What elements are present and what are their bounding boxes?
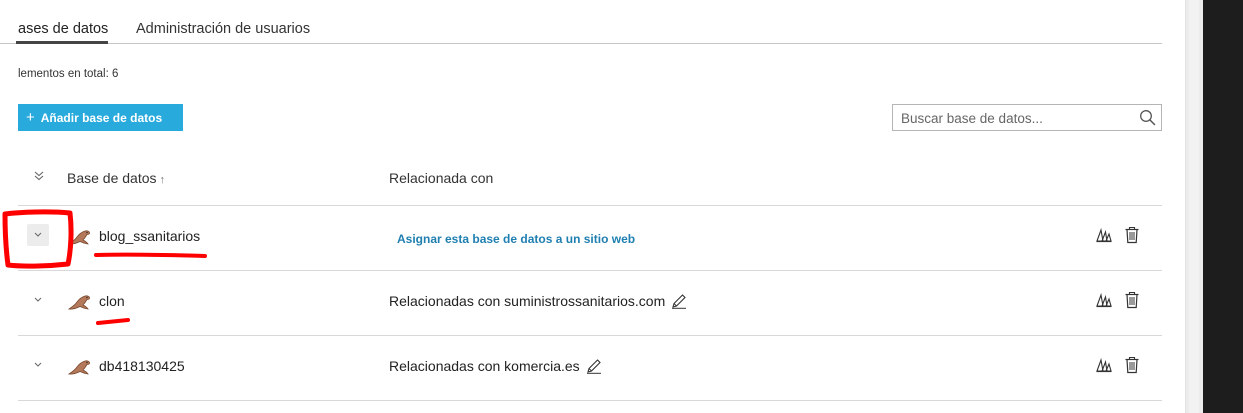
chevron-down-icon	[34, 232, 42, 237]
database-name[interactable]: db418130425	[99, 358, 185, 374]
add-database-button[interactable]: + Añadir base de datos	[18, 104, 183, 131]
expand-row-button[interactable]	[27, 289, 49, 311]
phpmyadmin-icon[interactable]	[1096, 357, 1112, 373]
mysql-seal-icon	[67, 360, 90, 375]
search-input[interactable]	[901, 109, 1131, 127]
window-edge	[1203, 0, 1243, 413]
tab-user-administration[interactable]: Administración de usuarios	[136, 21, 310, 37]
related-website: Relacionadas con komercia.es	[389, 358, 602, 374]
database-name[interactable]: blog_ssanitarios	[99, 228, 200, 244]
chevron-down-icon	[34, 297, 42, 302]
assign-to-website-link[interactable]: Asignar esta base de datos a un sitio we…	[397, 232, 635, 246]
table-row: db418130425 Relacionadas con komercia.es	[0, 336, 1185, 400]
plus-icon: +	[26, 109, 35, 126]
sort-ascending-icon: ↑	[159, 174, 166, 186]
chevron-down-icon	[34, 362, 42, 367]
mysql-seal-icon	[67, 230, 90, 245]
column-header-related: Relacionada con	[389, 170, 494, 186]
column-header-database[interactable]: Base de datos ↑	[67, 170, 165, 186]
tab-bar: ases de datos Administración de usuarios	[0, 18, 1162, 44]
table-row: clon Relacionadas con suministrossanitar…	[0, 271, 1185, 335]
trash-icon[interactable]	[1124, 356, 1140, 374]
mysql-seal-icon	[67, 295, 90, 310]
total-items-count: lementos en total: 6	[18, 68, 119, 80]
expand-all-icon[interactable]	[33, 170, 45, 182]
pencil-icon[interactable]	[671, 293, 687, 309]
tab-databases[interactable]: ases de datos	[15, 21, 109, 44]
search-box	[892, 104, 1162, 131]
related-website-label: Relacionadas con komercia.es	[389, 358, 580, 374]
search-icon[interactable]	[1139, 109, 1156, 126]
expand-row-button[interactable]	[27, 354, 49, 376]
scrollbar-thumb[interactable]	[1189, 0, 1199, 413]
related-website: Relacionadas con suministrossanitarios.c…	[389, 293, 687, 309]
phpmyadmin-icon[interactable]	[1096, 292, 1112, 308]
table-row: blog_ssanitarios Asignar esta base de da…	[0, 206, 1185, 270]
pencil-icon[interactable]	[586, 358, 602, 374]
trash-icon[interactable]	[1124, 226, 1140, 244]
related-website-label: Relacionadas con suministrossanitarios.c…	[389, 293, 666, 309]
trash-icon[interactable]	[1124, 291, 1140, 309]
column-header-database-label: Base de datos	[67, 170, 157, 186]
main-panel: ases de datos Administración de usuarios…	[0, 0, 1185, 413]
expand-row-button[interactable]	[27, 224, 49, 246]
phpmyadmin-icon[interactable]	[1096, 227, 1112, 243]
database-name[interactable]: clon	[99, 293, 125, 309]
table-divider	[18, 400, 1162, 401]
add-database-label: Añadir base de datos	[40, 110, 163, 125]
